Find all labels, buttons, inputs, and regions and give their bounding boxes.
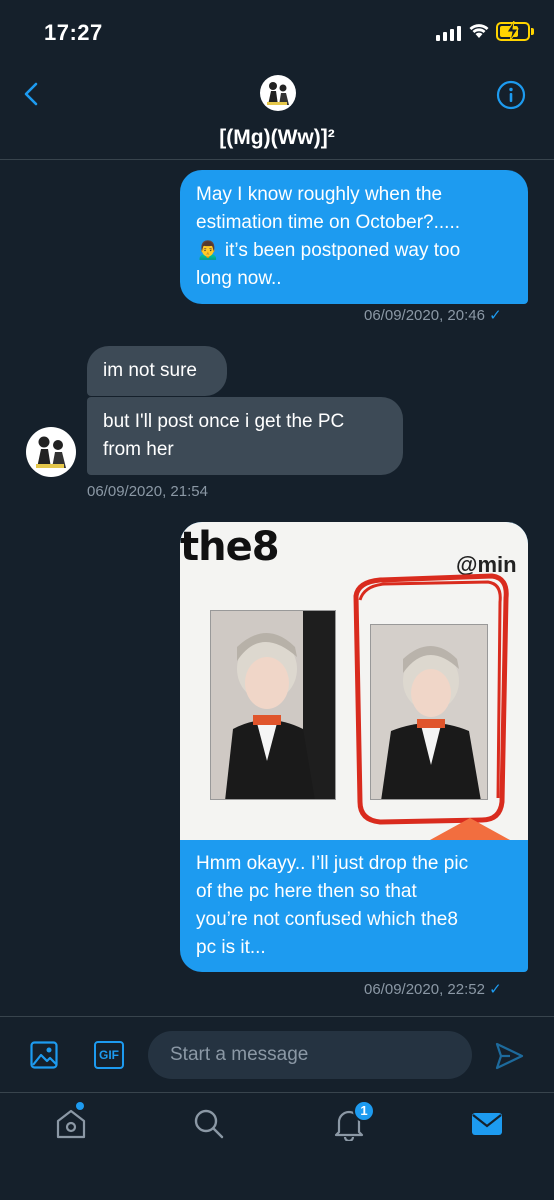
message-timestamp: 06/09/2020, 21:54 (87, 483, 208, 500)
cellular-signal-icon (436, 25, 461, 41)
message-text: im not sure (103, 360, 197, 381)
wifi-icon (469, 24, 489, 38)
contact-avatar[interactable] (26, 427, 76, 477)
gif-button[interactable]: GIF (94, 1041, 124, 1069)
message-line: Hmm okayy.. I’ll just drop the pic (196, 853, 469, 874)
battery-icon (496, 21, 530, 41)
message-line: of the pc here then so that (196, 881, 417, 902)
notifications-badge: 1 (353, 1100, 375, 1122)
sent-check-icon: ✓ (489, 981, 502, 998)
message-line: from her (103, 439, 174, 460)
outgoing-message[interactable]: May I know roughly when the estimation t… (180, 170, 528, 304)
conversation-title[interactable]: [(Mg)(Ww)]² (0, 126, 554, 150)
back-chevron-icon[interactable] (20, 82, 44, 106)
message-line: estimation time on October?..... (196, 212, 461, 233)
gif-label: GIF (99, 1048, 119, 1062)
messages-envelope-icon[interactable] (470, 1107, 504, 1141)
conversation-avatar[interactable] (260, 75, 296, 111)
battery-tip (531, 28, 534, 35)
red-circle-annotation (353, 573, 510, 840)
message-line: but I'll post once i get the PC (103, 411, 345, 432)
message-composer: GIF (0, 1016, 554, 1092)
status-time: 17:27 (44, 20, 103, 45)
search-icon[interactable] (192, 1107, 226, 1141)
image-icon[interactable] (30, 1041, 58, 1069)
info-icon[interactable] (496, 80, 526, 110)
status-bar: 17:27 (0, 0, 554, 64)
message-timestamp: 06/09/2020, 20:46 ✓ (364, 307, 502, 324)
message-timestamp: 06/09/2020, 22:52 ✓ (364, 981, 502, 998)
message-input[interactable] (148, 1031, 472, 1079)
message-line: long now.. (196, 268, 282, 289)
message-line: 🙍‍♂️ it’s been postponed way too (196, 240, 461, 261)
attached-photo[interactable]: the8 @min (180, 522, 528, 840)
send-icon[interactable] (494, 1041, 524, 1071)
conversation-header: [(Mg)(Ww)]² (0, 64, 554, 160)
media-caption: Hmm okayy.. I’ll just drop the pic of th… (196, 850, 516, 962)
message-line: you’re not confused which the8 (196, 909, 458, 930)
incoming-message[interactable]: but I'll post once i get the PC from her (87, 397, 403, 475)
outgoing-media-message[interactable]: the8 @min Hmm okayy.. I’ll just drop the… (180, 522, 528, 972)
sent-check-icon: ✓ (489, 307, 502, 324)
message-line: May I know roughly when the (196, 184, 443, 205)
home-icon[interactable] (54, 1107, 88, 1141)
new-tweets-dot (76, 1102, 84, 1110)
incoming-message[interactable]: im not sure (87, 346, 227, 396)
message-line: pc is it... (196, 937, 266, 958)
